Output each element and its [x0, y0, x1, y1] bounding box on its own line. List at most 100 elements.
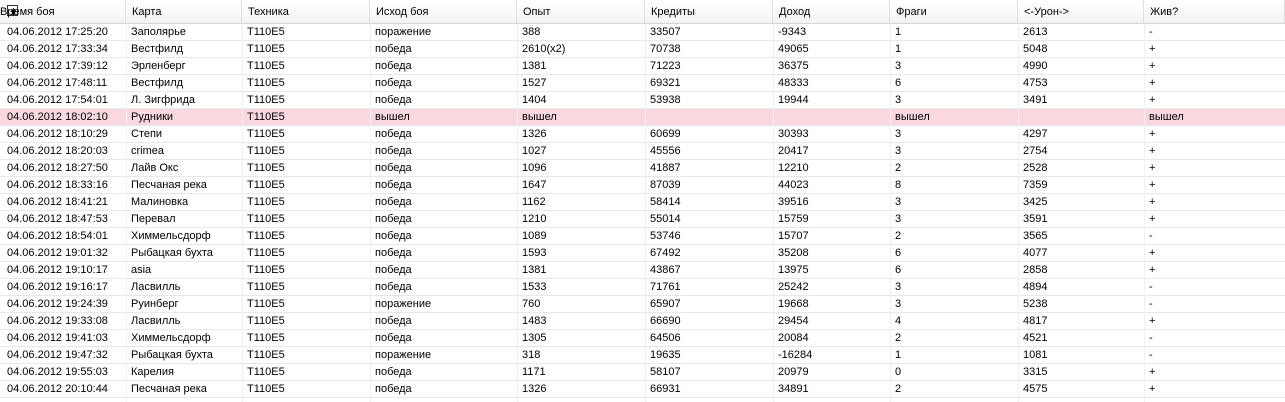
header-col-frags[interactable]: Фраги: [890, 0, 1018, 23]
table-row[interactable]: 04.06.2012 17:54:01 Л. Зигфрида T110E5 побе…: [0, 92, 1285, 109]
table-row[interactable]: 04.06.2012 19:47:32 Рыбацкая бухта T110E5 п…: [0, 347, 1285, 364]
table-row[interactable]: 04.06.2012 18:27:50 Лайв Окс T110E5 победа 1…: [0, 160, 1285, 177]
header-col-vehicle[interactable]: Техника: [242, 0, 370, 23]
col-alive-cell: +: [1149, 213, 1156, 225]
col-alive-cell: +: [1149, 366, 1156, 378]
col-result-cell: победа: [375, 213, 412, 225]
col-xp-cell: 1647: [522, 179, 547, 191]
col-time-cell: 04.06.2012 19:33:08: [7, 315, 108, 327]
col-vehicle-cell: T110E5: [247, 179, 285, 191]
table-row[interactable]: 04.06.2012 19:10:17 asia T110E5 победа 1381 4…: [0, 262, 1285, 279]
col-credits-cell: 58414: [650, 196, 681, 208]
col-time-cell: 04.06.2012 17:25:20: [7, 26, 108, 38]
col-income-cell: 12210: [778, 162, 809, 174]
col-vehicle-cell: T110E5: [247, 77, 285, 89]
col-income-cell: 30393: [778, 128, 809, 140]
table-row[interactable]: 04.06.2012 18:54:01 Химмельсдорф T110E5 поб…: [0, 228, 1285, 245]
header-col-map[interactable]: Карта: [126, 0, 242, 23]
table-row[interactable]: 04.06.2012 18:20:03 crimea T110E5 победа 102…: [0, 143, 1285, 160]
col-result-cell: поражение: [375, 298, 432, 310]
header-col-xp[interactable]: Опыт: [517, 0, 645, 23]
table-row[interactable]: 04.06.2012 19:16:17 Ласвилль T110E5 победа 1…: [0, 279, 1285, 296]
col-credits-cell: 53746: [650, 230, 681, 242]
col-alive-cell: +: [1149, 94, 1156, 106]
battle-results-grid[interactable]: Время боя Карта Техника Исход боя Опыт Кредит…: [0, 0, 1285, 402]
col-alive-cell: вышел: [1149, 111, 1184, 123]
col-time-cell: 04.06.2012 19:10:17: [7, 264, 108, 276]
col-vehicle-cell: T110E5: [247, 43, 285, 55]
table-row[interactable]: 04.06.2012 19:55:03 Карелия T110E5 победа 11…: [0, 364, 1285, 381]
col-map-cell: crimea: [131, 145, 165, 157]
table-row[interactable]: 04.06.2012 17:25:20 Заполярье T110E5 пораже…: [0, 24, 1285, 41]
table-row[interactable]: 04.06.2012 18:02:10 Рудники T110E5 вышел выш…: [0, 109, 1285, 126]
col-time-cell: 04.06.2012 18:02:10: [7, 111, 108, 123]
header-col-time[interactable]: Время боя: [0, 0, 126, 23]
table-row[interactable]: 04.06.2012 18:10:29 Степи T110E5 победа 1326…: [0, 126, 1285, 143]
header-col-credits[interactable]: Кредиты: [645, 0, 773, 23]
col-vehicle-cell: T110E5: [247, 383, 285, 395]
col-alive-cell: +: [1149, 179, 1156, 191]
col-frags-cell: 3: [895, 213, 902, 225]
col-damage-cell: 4990: [1023, 60, 1048, 72]
col-result-cell: победа: [375, 43, 412, 55]
table-row[interactable]: 04.06.2012 20:10:44 Песчаная река T110E5 по…: [0, 381, 1285, 398]
col-vehicle-cell: T110E5: [247, 26, 285, 38]
col-result-cell: победа: [375, 77, 412, 89]
col-result-cell: победа: [375, 60, 412, 72]
col-frags-cell: 4: [895, 315, 902, 327]
col-credits-cell: 71223: [650, 60, 681, 72]
col-map-cell: Рыбацкая бухта: [131, 349, 213, 361]
table-row[interactable]: 04.06.2012 18:33:16 Песчаная река T110E5 по…: [0, 177, 1285, 194]
col-alive-cell: -: [1149, 26, 1153, 38]
col-damage-cell: 4894: [1023, 281, 1048, 293]
col-credits-cell: 69321: [650, 77, 681, 89]
col-xp-cell: 1089: [522, 230, 547, 242]
col-alive-cell: +: [1149, 43, 1156, 55]
col-time-cell: 04.06.2012 18:27:50: [7, 162, 108, 174]
col-damage-cell: 4297: [1023, 128, 1048, 140]
col-frags-cell: 3: [895, 281, 902, 293]
col-map-cell: Л. Зигфрида: [131, 94, 195, 106]
header-col-result[interactable]: Исход боя: [370, 0, 517, 23]
table-row[interactable]: 04.06.2012 19:01:32 Рыбацкая бухта T110E5 п…: [0, 245, 1285, 262]
header-col-damage[interactable]: <-Урон->: [1018, 0, 1144, 23]
table-row[interactable]: 04.06.2012 18:47:53 Перевал T110E5 победа 12…: [0, 211, 1285, 228]
col-xp-cell: 1527: [522, 77, 547, 89]
col-credits-cell: 60699: [650, 128, 681, 140]
header-col-income[interactable]: Доход: [773, 0, 890, 23]
table-row[interactable]: 04.06.2012 19:41:03 Химмельсдорф T110E5 поб…: [0, 330, 1285, 347]
col-frags-cell: 1: [895, 26, 902, 38]
col-credits-cell: 33507: [650, 26, 681, 38]
column-divider: [1144, 24, 1145, 402]
table-row[interactable]: 04.06.2012 19:24:39 Руинберг T110E5 поражен…: [0, 296, 1285, 313]
table-row[interactable]: 04.06.2012 17:39:12 Эрленберг T110E5 победа…: [0, 58, 1285, 75]
col-result-cell: вышел: [375, 111, 410, 123]
col-vehicle-cell: T110E5: [247, 145, 285, 157]
col-map-cell: Рыбацкая бухта: [131, 247, 213, 259]
table-row[interactable]: 04.06.2012 18:41:21 Малиновка T110E5 победа…: [0, 194, 1285, 211]
col-vehicle-cell: T110E5: [247, 60, 285, 72]
col-time-cell: 04.06.2012 17:33:34: [7, 43, 108, 55]
col-xp-cell: 760: [522, 298, 541, 310]
col-credits-cell: 66931: [650, 383, 681, 395]
table-row[interactable]: 04.06.2012 19:33:08 Ласвилль T110E5 победа 1…: [0, 313, 1285, 330]
col-alive-cell: -: [1149, 230, 1153, 242]
table-row[interactable]: 04.06.2012 17:48:11 Вестфилд T110E5 победа 1…: [0, 75, 1285, 92]
header-col-alive[interactable]: Жив?: [1144, 0, 1285, 23]
col-alive-cell: -: [1149, 281, 1153, 293]
col-vehicle-cell: T110E5: [247, 366, 285, 378]
col-time-cell: 04.06.2012 19:01:32: [7, 247, 108, 259]
table-row[interactable]: 04.06.2012 17:33:34 Вестфилд T110E5 победа 2…: [0, 41, 1285, 58]
col-vehicle-cell: T110E5: [247, 281, 285, 293]
col-map-cell: Ласвилль: [131, 281, 181, 293]
col-alive-cell: +: [1149, 247, 1156, 259]
col-xp-cell: 1404: [522, 94, 547, 106]
col-time-cell: 04.06.2012 18:54:01: [7, 230, 108, 242]
col-income-cell: 20979: [778, 366, 809, 378]
col-alive-cell: +: [1149, 77, 1156, 89]
col-alive-cell: -: [1149, 332, 1153, 344]
col-frags-cell: 3: [895, 94, 902, 106]
col-income-cell: -16284: [778, 349, 813, 361]
col-frags-cell: 0: [895, 366, 902, 378]
col-credits-cell: 70738: [650, 43, 681, 55]
